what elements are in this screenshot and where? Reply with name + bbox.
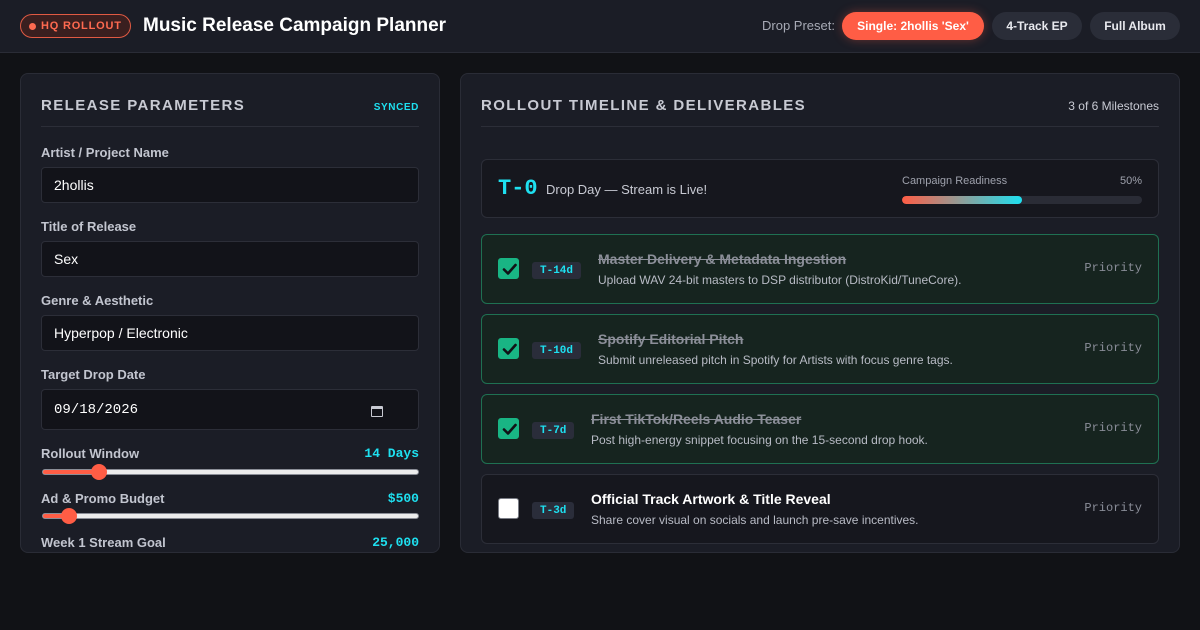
budget-slider[interactable] xyxy=(42,508,419,524)
stream-goal-value: 25,000 xyxy=(372,535,419,550)
sync-status: SYNCED xyxy=(373,102,419,113)
task-offset-tag: T-3d xyxy=(532,502,575,519)
drop-day-text: Drop Day — Stream is Live! xyxy=(546,182,708,197)
task-checkbox[interactable] xyxy=(498,258,519,279)
slider-thumb[interactable] xyxy=(61,508,78,524)
drop-day-code: T-0 xyxy=(498,176,538,201)
budget-label: Ad & Promo Budget xyxy=(41,491,165,506)
slider-thumb[interactable] xyxy=(91,464,108,480)
app-header: HQ ROLLOUT Music Release Campaign Planne… xyxy=(0,0,1200,53)
stream-goal-label: Week 1 Stream Goal xyxy=(41,535,166,550)
readiness-progress-bar xyxy=(902,196,1142,204)
preset-ep-button[interactable]: 4-Track EP xyxy=(992,12,1082,40)
checkmark-icon xyxy=(502,343,517,355)
panel-title: RELEASE PARAMETERS xyxy=(41,97,246,114)
brand-badge-label: HQ ROLLOUT xyxy=(41,20,122,32)
readiness-progress-fill xyxy=(902,196,1022,204)
task-priority-toggle[interactable]: Priority xyxy=(1084,421,1142,435)
brand-badge: HQ ROLLOUT xyxy=(20,14,131,38)
task-description: Submit unreleased pitch in Spotify for A… xyxy=(598,353,953,367)
checkmark-icon xyxy=(502,263,517,275)
divider xyxy=(481,126,1159,127)
artist-label: Artist / Project Name xyxy=(41,145,169,160)
rollout-window-label: Rollout Window xyxy=(41,446,140,461)
task-description: Post high-energy snippet focusing on the… xyxy=(591,433,928,447)
task-description: Upload WAV 24-bit masters to DSP distrib… xyxy=(598,273,962,287)
drop-date-label: Target Drop Date xyxy=(41,367,146,382)
preset-album-button[interactable]: Full Album xyxy=(1090,12,1180,40)
release-parameters-panel: RELEASE PARAMETERS SYNCED Artist / Proje… xyxy=(20,73,440,553)
task-card[interactable]: T-14d Master Delivery & Metadata Ingestio… xyxy=(481,234,1159,304)
rollout-window-slider[interactable] xyxy=(42,464,419,480)
status-dot-icon xyxy=(29,22,36,30)
task-priority-toggle[interactable]: Priority xyxy=(1084,261,1142,275)
task-checkbox[interactable] xyxy=(498,498,519,519)
preset-label: Drop Preset: xyxy=(762,18,835,33)
genre-label: Genre & Aesthetic xyxy=(41,293,154,308)
task-title: First TikTok/Reels Audio Teaser xyxy=(591,411,802,427)
task-card[interactable]: T-10d Spotify Editorial Pitch Submit unrel… xyxy=(481,314,1159,384)
drop-date-input[interactable] xyxy=(41,389,419,430)
task-checkbox[interactable] xyxy=(498,418,519,439)
task-priority-toggle[interactable]: Priority xyxy=(1084,501,1142,515)
genre-input[interactable] xyxy=(41,315,419,351)
task-offset-tag: T-10d xyxy=(532,342,582,359)
panel-title: ROLLOUT TIMELINE & DELIVERABLES xyxy=(481,97,807,114)
readiness-percent: 50% xyxy=(1119,175,1142,187)
checkmark-icon xyxy=(502,423,517,435)
task-description: Share cover visual on socials and launch… xyxy=(591,513,919,527)
task-title: Official Track Artwork & Title Reveal xyxy=(591,491,831,507)
rollout-window-value: 14 Days xyxy=(364,446,419,461)
task-offset-tag: T-7d xyxy=(532,422,575,439)
task-title: Master Delivery & Metadata Ingestion xyxy=(598,251,847,267)
task-card[interactable]: T-7d First TikTok/Reels Audio Teaser Post … xyxy=(481,394,1159,464)
task-card[interactable]: T-3d Official Track Artwork & Title Revea… xyxy=(481,474,1159,544)
drop-day-card: T-0 Drop Day — Stream is Live! Campaign … xyxy=(481,159,1159,218)
artist-input[interactable] xyxy=(41,167,419,203)
task-checkbox[interactable] xyxy=(498,338,519,359)
milestone-count: 3 of 6 Milestones xyxy=(1068,99,1159,113)
release-title-input[interactable] xyxy=(41,241,419,277)
divider xyxy=(41,126,419,127)
task-offset-tag: T-14d xyxy=(532,262,582,279)
rollout-timeline-panel: ROLLOUT TIMELINE & DELIVERABLES 3 of 6 M… xyxy=(460,73,1180,553)
app-title: Music Release Campaign Planner xyxy=(143,15,447,36)
budget-value: $500 xyxy=(387,491,419,506)
task-title: Spotify Editorial Pitch xyxy=(598,331,744,347)
release-title-label: Title of Release xyxy=(41,219,137,234)
calendar-icon[interactable] xyxy=(371,406,383,417)
task-priority-toggle[interactable]: Priority xyxy=(1084,341,1142,355)
readiness-label: Campaign Readiness xyxy=(902,175,1008,187)
preset-single-button[interactable]: Single: 2hollis 'Sex' xyxy=(842,12,984,40)
